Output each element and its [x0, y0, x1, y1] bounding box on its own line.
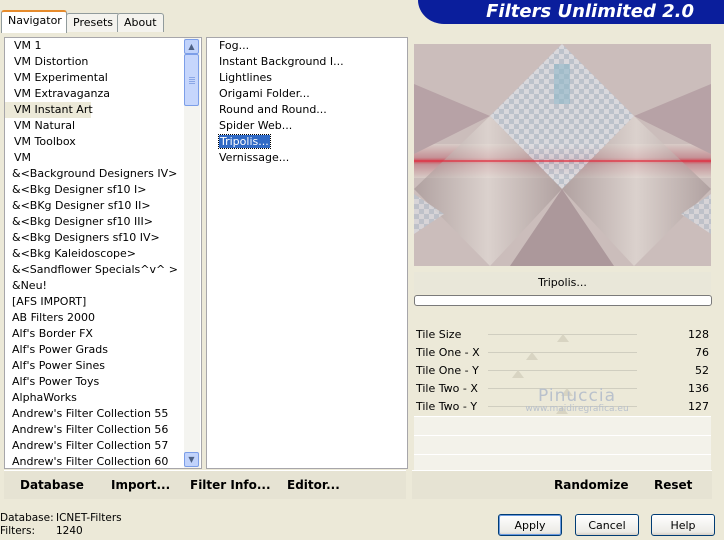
filter-item[interactable]: Tripolis...: [207, 134, 407, 150]
tab-presets[interactable]: Presets: [66, 13, 121, 32]
database-button[interactable]: Database: [20, 478, 84, 492]
filter-item[interactable]: Fog...: [207, 38, 407, 54]
filters-label: Filters:: [0, 525, 36, 537]
app-title: Filters Unlimited 2.0: [486, 1, 694, 22]
editor-button[interactable]: Editor...: [287, 478, 340, 492]
category-item[interactable]: VM: [5, 150, 201, 166]
category-item[interactable]: Andrew's Filter Collection 56: [5, 422, 201, 438]
category-item[interactable]: Andrew's Filter Collection 60: [5, 454, 201, 468]
right-toolbar: Randomize Reset: [412, 470, 712, 499]
randomize-button[interactable]: Randomize: [554, 478, 628, 492]
param-label: Tile Size: [416, 328, 462, 341]
param-label: Tile One - X: [416, 346, 480, 359]
filter-item[interactable]: Round and Round...: [207, 102, 407, 118]
param-value: 127: [688, 400, 709, 413]
param-slider-track[interactable]: [488, 370, 637, 371]
param-row[interactable]: Tile One - Y 52: [414, 362, 711, 380]
reset-button[interactable]: Reset: [654, 478, 692, 492]
category-item[interactable]: Andrew's Filter Collection 57: [5, 438, 201, 454]
database-value: ICNET-Filters: [56, 512, 122, 524]
param-label: Tile Two - X: [416, 382, 478, 395]
param-slider-track[interactable]: [488, 352, 637, 353]
preview-image: [414, 44, 711, 266]
app-title-banner: Filters Unlimited 2.0: [418, 0, 724, 24]
tab-strip: Navigator Presets About: [0, 0, 400, 33]
param-label: Tile Two - Y: [416, 400, 478, 413]
apply-button[interactable]: Apply: [498, 514, 562, 536]
category-item[interactable]: &<Background Designers IV>: [5, 166, 201, 182]
current-filter-name: Tripolis...: [414, 272, 711, 294]
param-value: 52: [695, 364, 709, 377]
param-slider-thumb[interactable]: [556, 334, 569, 342]
filter-item[interactable]: Origami Folder...: [207, 86, 407, 102]
param-value: 136: [688, 382, 709, 395]
watermark-line-1: Pinuccia: [538, 386, 616, 406]
param-row-empty: [414, 416, 711, 435]
category-item[interactable]: &Neu!: [5, 278, 201, 294]
category-item[interactable]: VM 1: [5, 38, 201, 54]
category-item[interactable]: &<Bkg Designer sf10 III>: [5, 214, 201, 230]
category-list[interactable]: VM 1 VM Distortion VM Experimental VM Extra…: [4, 37, 202, 469]
param-row[interactable]: Tile Size 128: [414, 326, 711, 344]
category-item[interactable]: Alf's Power Grads: [5, 342, 201, 358]
category-item[interactable]: &<Bkg Designer sf10 I>: [5, 182, 201, 198]
category-item[interactable]: &<Bkg Kaleidoscope>: [5, 246, 201, 262]
param-row-empty: [414, 435, 711, 454]
category-item[interactable]: VM Instant Art: [5, 102, 93, 118]
filter-info-button[interactable]: Filter Info...: [190, 478, 271, 492]
category-item[interactable]: &<Bkg Designers sf10 IV>: [5, 230, 201, 246]
filter-item[interactable]: Spider Web...: [207, 118, 407, 134]
progress-bar: [414, 295, 712, 306]
category-item[interactable]: Alf's Border FX: [5, 326, 201, 342]
import-button[interactable]: Import...: [111, 478, 170, 492]
category-item[interactable]: [AFS IMPORT]: [5, 294, 201, 310]
filter-item[interactable]: Instant Background I...: [207, 54, 407, 70]
category-item[interactable]: VM Natural: [5, 118, 201, 134]
param-label: Tile One - Y: [416, 364, 479, 377]
category-item[interactable]: VM Extravaganza: [5, 86, 201, 102]
param-slider-thumb[interactable]: [526, 352, 539, 360]
param-row[interactable]: Tile One - X 76: [414, 344, 711, 362]
cancel-button[interactable]: Cancel: [575, 514, 639, 536]
watermark: Pinuccia www.maidiregrafica.eu: [512, 386, 642, 414]
watermark-line-2: www.maidiregrafica.eu: [525, 404, 629, 414]
param-value: 76: [695, 346, 709, 359]
category-item[interactable]: Alf's Power Sines: [5, 358, 201, 374]
category-item[interactable]: VM Experimental: [5, 70, 201, 86]
database-label: Database:: [0, 512, 54, 524]
status-area: Database: ICNET-Filters Filters: 1240: [0, 512, 122, 538]
category-item[interactable]: AlphaWorks: [5, 390, 201, 406]
left-toolbar: Database Import... Filter Info... Editor…: [4, 470, 406, 499]
category-item[interactable]: Alf's Power Toys: [5, 374, 201, 390]
scroll-thumb[interactable]: [184, 54, 199, 106]
param-slider-thumb[interactable]: [512, 370, 525, 378]
tab-navigator[interactable]: Navigator: [1, 10, 67, 33]
category-scrollbar[interactable]: ▲ ▼: [184, 38, 200, 468]
filter-item[interactable]: Vernissage...: [207, 150, 407, 166]
category-item[interactable]: VM Toolbox: [5, 134, 201, 150]
filter-list[interactable]: Fog... Instant Background I... Lightlines O…: [206, 37, 408, 469]
help-button[interactable]: Help: [651, 514, 715, 536]
chevron-up-icon[interactable]: ▲: [184, 39, 199, 54]
category-item[interactable]: &<BKg Designer sf10 II>: [5, 198, 201, 214]
filter-preview: [414, 44, 711, 266]
chevron-down-icon[interactable]: ▼: [184, 452, 199, 467]
param-value: 128: [688, 328, 709, 341]
category-item[interactable]: VM Distortion: [5, 54, 201, 70]
category-item[interactable]: AB Filters 2000: [5, 310, 201, 326]
filter-item[interactable]: Lightlines: [207, 70, 407, 86]
category-item[interactable]: &<Sandflower Specials^v^ >: [5, 262, 201, 278]
category-item[interactable]: Andrew's Filter Collection 55: [5, 406, 201, 422]
filters-count: 1240: [56, 525, 83, 537]
tab-about[interactable]: About: [117, 13, 164, 32]
